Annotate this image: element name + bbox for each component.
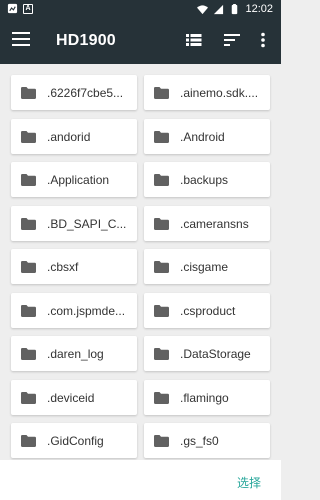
sort-icon[interactable]: [222, 30, 242, 50]
folder-name: .cameransns: [180, 216, 249, 231]
folder-name: .Android: [180, 129, 225, 144]
folder-name: .GidConfig: [47, 434, 104, 448]
folder-item[interactable]: .flamingo: [144, 379, 270, 415]
folder-item[interactable]: .Application: [11, 162, 137, 197]
folder-name: .com.jspmde...: [47, 303, 126, 318]
folder-name: .csproduct: [180, 303, 236, 318]
folder-item[interactable]: .GidConfig: [11, 423, 137, 458]
folder-item[interactable]: .andorid: [11, 118, 137, 154]
folder-item[interactable]: .6226f7cbe5...: [11, 75, 137, 110]
folder-item[interactable]: .ainemo.sdk....: [144, 75, 270, 110]
folder-item[interactable]: .com.jspmde...: [11, 292, 137, 328]
folder-item[interactable]: .Android: [144, 118, 270, 154]
a-icon: A: [23, 3, 33, 14]
folder-name: .DataStorage: [180, 347, 251, 361]
folder-grid: .6226f7cbe5... .ainemo.sdk.... .andorid .An…: [0, 64, 281, 460]
signal-icon: [214, 4, 224, 14]
folder-item[interactable]: .DataStorage: [144, 336, 270, 371]
folder-name: .BD_SAPI_C...: [47, 216, 127, 231]
folder-item[interactable]: .csproduct: [144, 292, 270, 328]
folder-name: .deviceid: [47, 390, 95, 405]
folder-icon: [154, 87, 169, 99]
folder-icon: [154, 435, 169, 447]
folder-icon: [21, 87, 36, 99]
menu-icon-line: [12, 44, 30, 46]
view-list-icon[interactable]: [184, 30, 204, 50]
folder-icon: [21, 130, 36, 143]
folder-item[interactable]: .BD_SAPI_C...: [11, 205, 137, 241]
folder-icon: [154, 217, 169, 230]
folder-name: .Application: [47, 173, 110, 187]
folder-icon: [21, 217, 36, 230]
folder-name: .cbsxf: [47, 260, 79, 274]
folder-name: .gs_fs0: [180, 434, 219, 448]
folder-icon: [154, 174, 169, 186]
folder-item[interactable]: .deviceid: [11, 379, 137, 415]
folder-icon: [21, 174, 36, 186]
select-button[interactable]: 选择: [237, 474, 261, 491]
folder-item[interactable]: .gs_fs0: [144, 423, 270, 458]
app-bar: HD1900: [0, 18, 281, 64]
folder-name: .6226f7cbe5...: [47, 86, 124, 100]
folder-icon: [154, 261, 169, 273]
folder-item[interactable]: .cisgame: [144, 249, 270, 284]
folder-icon: [154, 348, 169, 360]
menu-button[interactable]: [12, 32, 30, 48]
menu-icon-line: [12, 32, 30, 34]
folder-icon: [21, 391, 36, 404]
folder-icon: [154, 391, 169, 404]
status-bar: A 12:02: [0, 0, 281, 18]
folder-icon: [21, 304, 36, 317]
folder-name: .ainemo.sdk....: [180, 86, 259, 100]
notification-icon: [7, 3, 18, 14]
wifi-icon: [197, 4, 209, 14]
status-time: 12:02: [245, 3, 273, 15]
folder-icon: [21, 261, 36, 273]
folder-icon: [21, 435, 36, 447]
bottom-bar: 选择: [0, 460, 281, 500]
folder-name: .daren_log: [47, 347, 104, 361]
status-right: 12:02: [197, 2, 273, 16]
folder-name: .cisgame: [180, 260, 229, 274]
status-left: A: [7, 3, 33, 14]
folder-item[interactable]: .cameransns: [144, 205, 270, 241]
more-vert-icon[interactable]: [256, 30, 270, 50]
folder-icon: [154, 130, 169, 143]
menu-icon-line: [12, 38, 30, 40]
folder-name: .flamingo: [180, 390, 229, 405]
folder-icon: [21, 348, 36, 360]
page-title: HD1900: [56, 32, 116, 49]
folder-name: .backups: [180, 173, 229, 187]
folder-icon: [154, 304, 169, 317]
folder-item[interactable]: .daren_log: [11, 336, 137, 371]
folder-item[interactable]: .backups: [144, 162, 270, 197]
folder-name: .andorid: [47, 129, 91, 144]
battery-icon: [232, 3, 238, 14]
folder-item[interactable]: .cbsxf: [11, 249, 137, 284]
